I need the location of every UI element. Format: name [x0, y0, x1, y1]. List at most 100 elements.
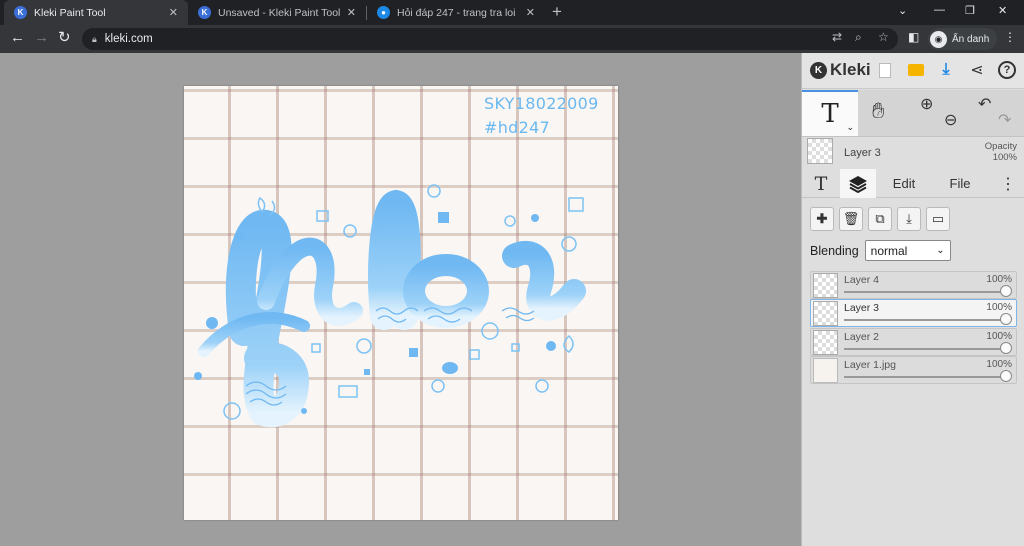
opacity-slider-track[interactable]: [844, 319, 1006, 321]
brand-name: Kleki: [830, 60, 871, 79]
zoom-out-icon[interactable]: ⊖: [944, 110, 957, 130]
address-bar[interactable]: 🔒︎ kleki.com: [82, 28, 898, 50]
redo-icon[interactable]: ↷: [998, 110, 1011, 130]
layer-thumbnail: [813, 273, 838, 298]
layers-icon: [849, 175, 867, 193]
hoidap-favicon-icon: ●: [377, 6, 390, 19]
undo-icon[interactable]: ↶: [978, 94, 991, 114]
chevron-down-icon: ⌄: [936, 245, 945, 256]
blending-select[interactable]: normal ⌄: [864, 240, 951, 261]
browser-toolbar: ← → ↻ 🔒︎ kleki.com ⇄ ⌕ ☆ ◧ ◉ Ẩn danh ⋮: [0, 25, 1024, 53]
download-icon[interactable]: ⤓: [936, 60, 956, 80]
merge-layer-button[interactable]: ⤓: [897, 207, 921, 231]
browser-tab-strip: K Kleki Paint Tool ✕ K Unsaved - Kleki P…: [0, 0, 1024, 25]
back-icon[interactable]: ←: [10, 30, 25, 46]
text-tool-glyph: T: [821, 99, 839, 129]
drawing-canvas[interactable]: SKY18022009 #hd247: [184, 86, 618, 520]
tools-row: T ⌄ ✋︎ ⊕ ⊖ ↶ ↷: [802, 90, 1024, 137]
layer-item[interactable]: Layer 3 100%: [810, 299, 1017, 327]
new-image-icon[interactable]: [875, 60, 895, 80]
more-options-icon[interactable]: ⋮: [998, 169, 1018, 198]
hand-tool-icon[interactable]: ✋︎: [872, 98, 885, 124]
restore-icon[interactable]: ❐: [965, 4, 975, 17]
layer-thumbnail: [813, 330, 838, 355]
rename-layer-button[interactable]: ▭: [926, 207, 950, 231]
layer-name: Layer 3: [844, 302, 880, 314]
hoi-lettering-drawing: [194, 184, 586, 428]
profile-label: Ẩn danh: [952, 33, 990, 45]
tab-file[interactable]: File: [936, 169, 984, 198]
opacity-slider-handle[interactable]: [1000, 313, 1012, 325]
opacity-value: 100%: [992, 152, 1017, 163]
current-layer-name: Layer 3: [844, 147, 881, 159]
kleki-logo[interactable]: K Kleki: [810, 60, 871, 80]
layer-item[interactable]: Layer 2 100%: [810, 328, 1017, 356]
text-tool-button[interactable]: T ⌄: [802, 90, 858, 136]
layer-name: Layer 4: [844, 274, 880, 286]
layer-item[interactable]: Layer 4 100%: [810, 271, 1017, 299]
browser-tab-hoidap[interactable]: ● Hỏi đáp 247 - trang tra loi ✕: [367, 0, 545, 25]
chevron-down-icon[interactable]: ⌄: [846, 122, 854, 133]
kleki-favicon-icon: K: [198, 6, 211, 19]
tab-title: Hỏi đáp 247 - trang tra loi: [397, 6, 516, 19]
minimize-icon[interactable]: —: [934, 4, 945, 16]
canvas-workspace[interactable]: SKY18022009 #hd247: [0, 53, 801, 546]
incognito-profile-button[interactable]: ◉ Ẩn danh: [928, 28, 998, 50]
panel-tabs: T Edit File ⋮: [802, 169, 1024, 198]
close-tab-icon[interactable]: ✕: [526, 6, 535, 19]
merge-down-icon: ⤓: [906, 211, 912, 226]
close-tab-icon[interactable]: ✕: [169, 6, 178, 19]
zoom-icon[interactable]: ⌕: [855, 30, 862, 45]
zoom-in-icon[interactable]: ⊕: [920, 94, 933, 114]
duplicate-layer-button[interactable]: ⧉: [868, 207, 892, 231]
current-layer-thumbnail: [807, 138, 833, 164]
reload-icon[interactable]: ↻: [58, 30, 71, 46]
share-icon[interactable]: ⋖: [967, 60, 987, 80]
tab-edit[interactable]: Edit: [880, 169, 928, 198]
side-panel-icon[interactable]: ◧: [908, 30, 919, 44]
kleki-side-panel: K Kleki ⤓ ⋖ ? T ⌄ ✋︎ ⊕ ⊖ ↶ ↷ Layer 3 Opa…: [801, 53, 1024, 546]
layer-item[interactable]: Layer 1.jpg 100%: [810, 356, 1017, 384]
help-icon[interactable]: ?: [997, 60, 1017, 80]
browser-menu-icon[interactable]: ⋮: [1004, 30, 1016, 44]
delete-layer-button[interactable]: 🗑︎: [839, 207, 863, 231]
blending-value: normal: [870, 243, 908, 258]
translate-icon[interactable]: ⇄: [832, 30, 842, 44]
browser-tab-unsaved[interactable]: K Unsaved - Kleki Paint Tool ✕: [188, 0, 366, 25]
current-layer-opacity: Opacity 100%: [985, 141, 1017, 163]
new-tab-button[interactable]: +: [552, 2, 562, 22]
opacity-slider-handle[interactable]: [1000, 342, 1012, 354]
kleki-logo-icon: K: [810, 61, 827, 79]
browser-tab-kleki[interactable]: K Kleki Paint Tool ✕: [4, 0, 188, 25]
close-window-icon[interactable]: ✕: [998, 4, 1007, 17]
close-tab-icon[interactable]: ✕: [347, 6, 356, 19]
add-layer-button[interactable]: ✚: [810, 207, 834, 231]
kleki-favicon-icon: K: [14, 6, 27, 19]
opacity-slider-track[interactable]: [844, 376, 1006, 378]
text-tool-icon: T: [814, 172, 828, 195]
opacity-slider-handle[interactable]: [1000, 370, 1012, 382]
opacity-slider-handle[interactable]: [1000, 285, 1012, 297]
lock-icon: 🔒︎: [92, 33, 97, 44]
current-layer-header: Layer 3 Opacity 100%: [802, 138, 1024, 168]
bookmark-star-icon[interactable]: ☆: [878, 30, 889, 44]
opacity-label: Opacity: [984, 141, 1017, 152]
tab-search-icon[interactable]: ⌄: [898, 4, 907, 17]
trash-icon: 🗑︎: [842, 211, 860, 226]
opacity-slider-track[interactable]: [844, 348, 1006, 350]
blending-label: Blending: [810, 243, 859, 258]
tab-title: Kleki Paint Tool: [34, 6, 106, 19]
layer-opacity: 100%: [986, 331, 1012, 342]
open-folder-icon[interactable]: [906, 60, 926, 80]
duplicate-icon: ⧉: [875, 211, 885, 226]
tab-layers[interactable]: [840, 169, 876, 198]
forward-icon[interactable]: →: [34, 30, 49, 46]
tab-text-settings[interactable]: T: [802, 169, 840, 198]
blending-row: Blending normal ⌄: [810, 240, 951, 261]
url-text: kleki.com: [104, 33, 153, 45]
layer-name: Layer 2: [844, 331, 880, 343]
opacity-slider-track[interactable]: [844, 291, 1006, 293]
layer-opacity: 100%: [986, 302, 1012, 313]
layer-opacity: 100%: [986, 359, 1012, 370]
layer-thumbnail: [813, 301, 838, 326]
